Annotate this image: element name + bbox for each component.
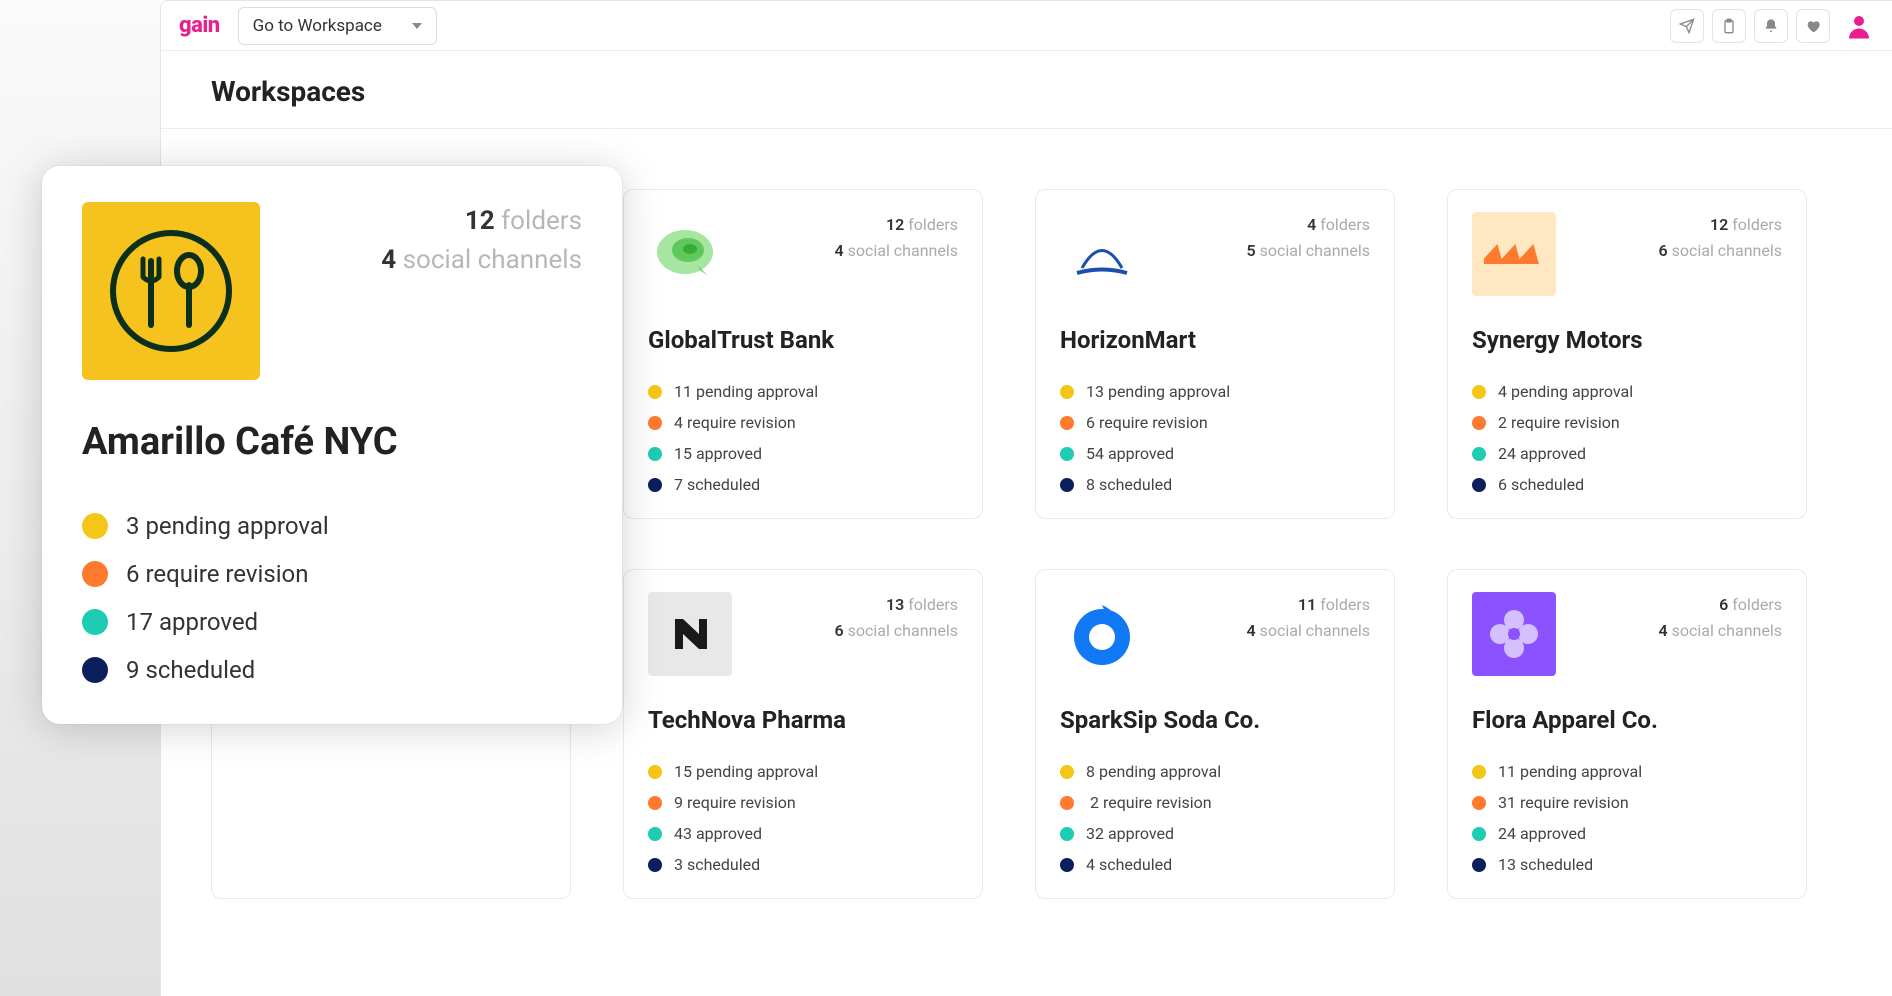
dot-approved-icon — [82, 609, 108, 635]
workspace-meta: 12 folders 4 social channels — [834, 212, 958, 263]
topbar: gain Go to Workspace — [161, 1, 1892, 51]
stat-revision: 6 require revision — [82, 560, 582, 588]
stat-scheduled: 9 scheduled — [82, 656, 582, 684]
page-title: Workspaces — [161, 51, 1892, 129]
workspace-stats: 8 pending approval 2 require revision 32… — [1060, 762, 1370, 874]
chevron-down-icon — [412, 23, 422, 29]
clipboard-icon — [1721, 18, 1737, 34]
workspace-select-label: Go to Workspace — [253, 16, 382, 36]
featured-workspace-card[interactable]: 12 folders 4 social channels Amarillo Ca… — [42, 166, 622, 724]
workspace-card[interactable]: 12 folders 4 social channels GlobalTrust… — [623, 189, 983, 519]
workspace-card[interactable]: 11 folders 4 social channels SparkSip So… — [1035, 569, 1395, 899]
workspace-select-dropdown[interactable]: Go to Workspace — [238, 7, 437, 45]
workspace-meta: 12 folders 6 social channels — [1658, 212, 1782, 263]
workspace-title: GlobalTrust Bank — [648, 326, 958, 354]
workspace-stats: 13 pending approval 6 require revision 5… — [1060, 382, 1370, 494]
topbar-actions — [1670, 9, 1874, 43]
logo: gain — [179, 13, 220, 38]
workspace-card[interactable]: 4 folders 5 social channels HorizonMart … — [1035, 189, 1395, 519]
featured-workspace-meta: 12 folders 4 social channels — [381, 202, 582, 280]
workspace-stats: 4 pending approval 2 require revision 24… — [1472, 382, 1782, 494]
stat-approved: 17 approved — [82, 608, 582, 636]
workspace-meta: 6 folders 4 social channels — [1658, 592, 1782, 643]
workspace-stats: 15 pending approval 9 require revision 4… — [648, 762, 958, 874]
featured-workspace-logo — [82, 202, 260, 380]
workspace-meta: 11 folders 4 social channels — [1246, 592, 1370, 643]
workspace-card[interactable]: 12 folders 6 social channels Synergy Mot… — [1447, 189, 1807, 519]
heart-icon — [1805, 18, 1821, 34]
workspace-logo — [648, 212, 732, 296]
workspace-title: Flora Apparel Co. — [1472, 706, 1782, 734]
workspace-logo — [1060, 212, 1144, 296]
workspace-card[interactable]: 13 folders 6 social channels TechNova Ph… — [623, 569, 983, 899]
dot-pending-icon — [82, 513, 108, 539]
dot-revision-icon — [82, 561, 108, 587]
workspace-title: SparkSip Soda Co. — [1060, 706, 1370, 734]
workspace-meta: 4 folders 5 social channels — [1246, 212, 1370, 263]
workspace-stats: 11 pending approval 4 require revision 1… — [648, 382, 958, 494]
send-button[interactable] — [1670, 9, 1704, 43]
workspace-logo — [1060, 592, 1144, 676]
clipboard-button[interactable] — [1712, 9, 1746, 43]
workspace-logo — [1472, 212, 1556, 296]
workspace-title: HorizonMart — [1060, 326, 1370, 354]
bell-icon — [1763, 18, 1779, 34]
featured-workspace-stats: 3 pending approval 6 require revision 17… — [82, 512, 582, 684]
workspace-logo — [1472, 592, 1556, 676]
dot-scheduled-icon — [82, 657, 108, 683]
user-icon — [1844, 11, 1874, 41]
workspace-title: TechNova Pharma — [648, 706, 958, 734]
workspace-card[interactable]: 6 folders 4 social channels Flora Appare… — [1447, 569, 1807, 899]
favorites-button[interactable] — [1796, 9, 1830, 43]
user-avatar[interactable] — [1844, 11, 1874, 41]
notifications-button[interactable] — [1754, 9, 1788, 43]
stat-pending: 3 pending approval — [82, 512, 582, 540]
workspace-meta: 13 folders 6 social channels — [834, 592, 958, 643]
workspace-title: Synergy Motors — [1472, 326, 1782, 354]
featured-workspace-title: Amarillo Café NYC — [82, 420, 582, 464]
workspace-logo — [648, 592, 732, 676]
paper-plane-icon — [1679, 18, 1695, 34]
workspace-stats: 11 pending approval 31 require revision … — [1472, 762, 1782, 874]
